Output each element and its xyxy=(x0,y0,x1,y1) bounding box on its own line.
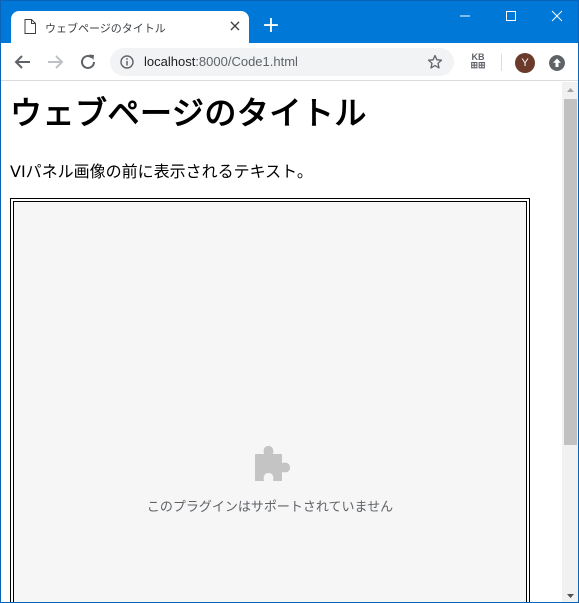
close-icon xyxy=(551,10,563,22)
scroll-down-arrow-icon[interactable] xyxy=(562,587,579,603)
kb-label-bottom: ⊞⊞ xyxy=(470,60,486,70)
scroll-up-arrow-icon[interactable] xyxy=(562,82,579,99)
browser-toolbar: localhost:8000/Code1.html KB ⊞⊞ Y xyxy=(1,43,578,81)
vertical-scrollbar[interactable] xyxy=(562,82,579,603)
page-viewport: ウェブページのタイトル VIパネル画像の前に表示されるテキスト。 このプラグイン… xyxy=(1,82,562,602)
address-bar[interactable]: localhost:8000/Code1.html xyxy=(110,48,454,76)
maximize-icon xyxy=(506,11,516,21)
profile-avatar[interactable]: Y xyxy=(515,53,535,73)
plugin-placeholder[interactable]: このプラグインはサポートされていません xyxy=(13,201,527,602)
page-paragraph: VIパネル画像の前に表示されるテキスト。 xyxy=(10,162,313,181)
page-heading: ウェブページのタイトル xyxy=(10,94,367,132)
reload-icon[interactable] xyxy=(78,52,98,72)
document-icon xyxy=(24,19,36,34)
plugin-unsupported-message: このプラグインはサポートされていません xyxy=(146,500,394,515)
update-arrow-icon[interactable] xyxy=(549,55,565,71)
close-window-button[interactable] xyxy=(534,1,578,31)
minimize-button[interactable] xyxy=(442,1,488,31)
minimize-icon xyxy=(460,15,470,17)
url-text[interactable]: localhost:8000/Code1.html xyxy=(144,54,298,69)
scrollbar-thumb[interactable] xyxy=(564,99,577,445)
back-arrow-icon[interactable] xyxy=(13,52,33,72)
forward-arrow-icon[interactable] xyxy=(45,52,65,72)
toolbar-separator xyxy=(501,54,502,71)
url-path: :8000/Code1.html xyxy=(195,54,298,69)
new-tab-button[interactable]: + xyxy=(260,15,282,37)
bookmark-star-icon[interactable] xyxy=(427,54,443,70)
browser-window: ウェブページのタイトル × + localhost:8000/Code1.htm… xyxy=(0,0,579,603)
keyboard-extension-icon[interactable]: KB ⊞⊞ xyxy=(467,53,489,71)
tab-close-icon[interactable]: × xyxy=(227,18,243,34)
tab-strip: ウェブページのタイトル × + xyxy=(1,1,578,43)
url-host: localhost xyxy=(144,54,196,69)
info-icon[interactable] xyxy=(120,55,134,69)
maximize-button[interactable] xyxy=(488,1,534,31)
plugin-embed-frame: このプラグインはサポートされていません xyxy=(10,198,530,602)
tab-title: ウェブページのタイトル xyxy=(45,22,166,35)
puzzle-piece-icon xyxy=(255,446,290,481)
tab-active[interactable]: ウェブページのタイトル × xyxy=(11,11,249,43)
